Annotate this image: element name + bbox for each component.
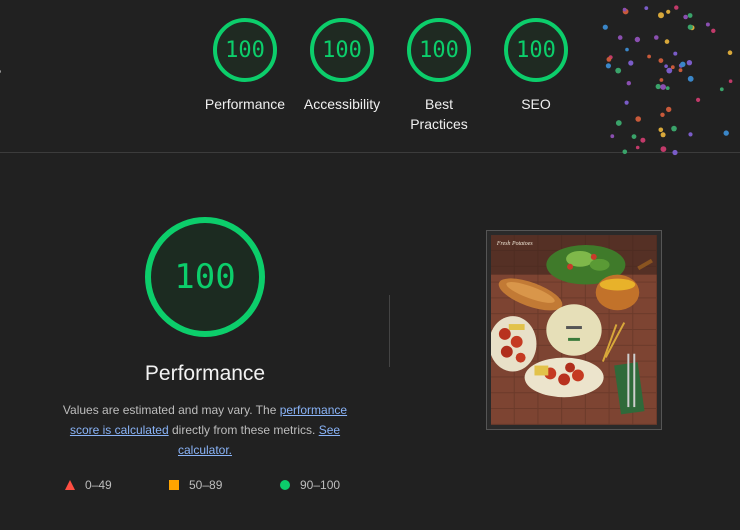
legend-range: 50–89 [189,478,223,492]
confetti-dot [664,39,670,44]
confetti-dot [678,68,683,73]
confetti-dot [728,79,733,83]
gauge-label: Accessibility [303,96,381,112]
gauge-score: 100 [322,37,362,63]
confetti-dot [666,9,671,14]
confetti-dot [635,116,641,122]
confetti-dot [615,120,622,126]
gauge-label: SEO [521,96,551,112]
gauge-label: Performance [204,96,286,112]
confetti-dot [723,130,729,136]
confetti-dot [705,22,710,27]
confetti-dot [660,146,667,153]
confetti-dot [666,106,672,113]
confetti-dot [660,84,666,90]
gauge-best-practices[interactable]: 100 Best Practices [391,18,487,134]
gauge-seo[interactable]: 100 SEO [488,18,584,114]
confetti-dot [615,67,622,74]
performance-description: Values are estimated and may vary. The p… [48,400,362,460]
legend-range: 0–49 [85,478,112,492]
gauge-accessibility[interactable]: 100 Accessibility [294,18,390,114]
confetti-decoration [602,5,733,156]
legend-pass: 90–100 [280,478,340,492]
performance-title: Performance [144,362,266,385]
vertical-divider [389,295,390,367]
confetti-dot [658,127,664,133]
square-icon [169,480,179,490]
confetti-dot [719,87,724,92]
gauge-label: Best Practices [410,96,468,132]
gauge-score: 100 [516,37,556,63]
gauge-ring: 100 [504,18,568,82]
confetti-dot [654,35,659,40]
score-legend: 0–49 50–89 90–100 [60,478,380,494]
confetti-dot [687,24,693,30]
confetti-dot [665,86,670,90]
food-screenshot-image: Fresh Potatoes [489,235,657,425]
confetti-dot [658,58,664,63]
confetti-dot [672,149,678,156]
confetti-dot [664,64,668,68]
confetti-dot [688,132,693,137]
legend-average: 50–89 [169,478,222,492]
legend-fail: 0–49 [65,478,112,492]
edge-dot [0,70,1,73]
confetti-dot [659,78,664,82]
confetti-dot [647,54,651,59]
confetti-dot [605,63,611,69]
confetti-dot [640,137,646,143]
confetti-dot [606,57,612,62]
confetti-dot [655,83,661,90]
thumbnail-logo: Fresh Potatoes [496,241,533,247]
confetti-dot [634,36,641,43]
gauge-ring: 100 [310,18,374,82]
confetti-dot [622,149,628,155]
confetti-dot [658,12,664,19]
confetti-dot [626,81,631,86]
desc-middle: directly from these metrics. [168,423,319,437]
confetti-dot [610,134,615,139]
gauge-performance[interactable]: 100 Performance [197,18,293,114]
confetti-dot [622,7,627,12]
confetti-dot [625,47,629,52]
lighthouse-report: 100 Performance 100 Accessibility 100 Be… [0,0,740,530]
confetti-dot [617,35,623,40]
confetti-dot [711,28,716,33]
confetti-dot [660,132,666,138]
confetti-dot [644,6,649,10]
confetti-dot [671,125,677,132]
gauge-ring: 100 [213,18,277,82]
confetti-dot [666,67,673,74]
confetti-dot [602,24,608,30]
performance-gauge: 100 [145,217,265,337]
gauge-score: 100 [419,37,459,63]
confetti-dot [631,134,637,140]
confetti-dot [683,14,688,20]
confetti-dot [670,65,675,70]
gauge-ring: 100 [407,18,471,82]
confetti-dot [696,97,701,102]
gauge-score: 100 [225,37,265,63]
confetti-dot [686,60,693,66]
confetti-dot [624,100,629,105]
performance-score: 100 [174,257,236,297]
confetti-dot [635,145,640,150]
confetti-dot [687,13,693,18]
circle-icon [280,480,290,490]
triangle-icon [65,480,75,490]
page-screenshot-thumbnail[interactable]: Fresh Potatoes [486,230,662,430]
confetti-dot [660,112,665,118]
legend-range: 90–100 [300,478,341,492]
desc-prefix: Values are estimated and may vary. The [62,403,280,417]
confetti-dot [680,61,686,67]
confetti-dot [674,5,679,10]
category-gauges: 100 Performance 100 Accessibility 100 Be… [0,0,740,156]
confetti-dot [673,51,678,56]
confetti-dot [628,60,634,66]
confetti-dot [687,75,694,82]
confetti-dot [727,50,733,55]
